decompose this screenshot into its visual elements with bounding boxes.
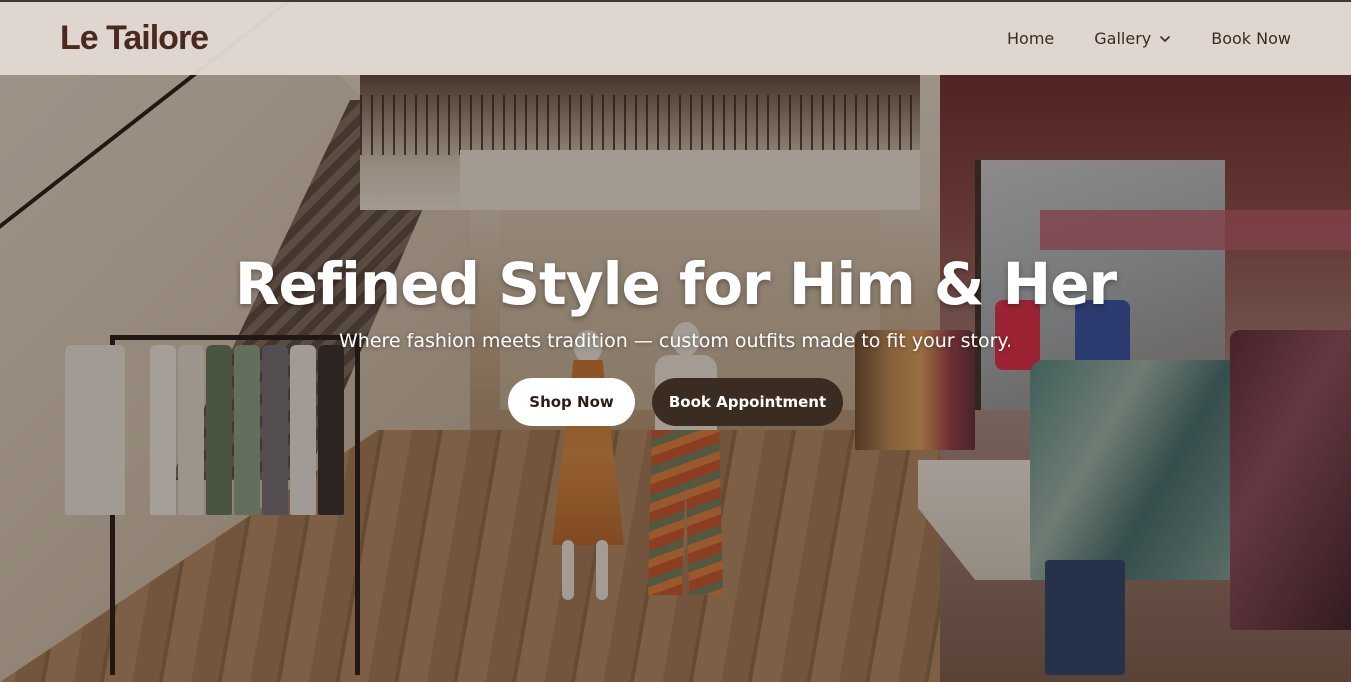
main-nav: Home Gallery Book Now: [1007, 29, 1291, 48]
site-logo[interactable]: Le Tailore: [60, 19, 209, 58]
nav-home-label: Home: [1007, 29, 1055, 48]
book-appointment-button[interactable]: Book Appointment: [652, 378, 843, 426]
hero-subtitle: Where fashion meets tradition — custom o…: [338, 330, 1012, 352]
nav-book-now-link[interactable]: Book Now: [1211, 29, 1291, 48]
hero-title: Refined Style for Him & Her: [234, 250, 1117, 318]
hero-actions: Shop Now Book Appointment: [508, 378, 843, 426]
chevron-down-icon: [1160, 35, 1171, 42]
nav-gallery-link[interactable]: Gallery: [1094, 29, 1171, 48]
nav-gallery-label: Gallery: [1094, 29, 1152, 48]
nav-home-link[interactable]: Home: [1007, 29, 1054, 48]
hero-section: Refined Style for Him & Her Where fashio…: [0, 250, 1351, 426]
shop-now-button[interactable]: Shop Now: [508, 378, 635, 426]
site-header: Le Tailore Home Gallery Book Now: [0, 0, 1351, 75]
nav-book-now-label: Book Now: [1211, 29, 1291, 48]
